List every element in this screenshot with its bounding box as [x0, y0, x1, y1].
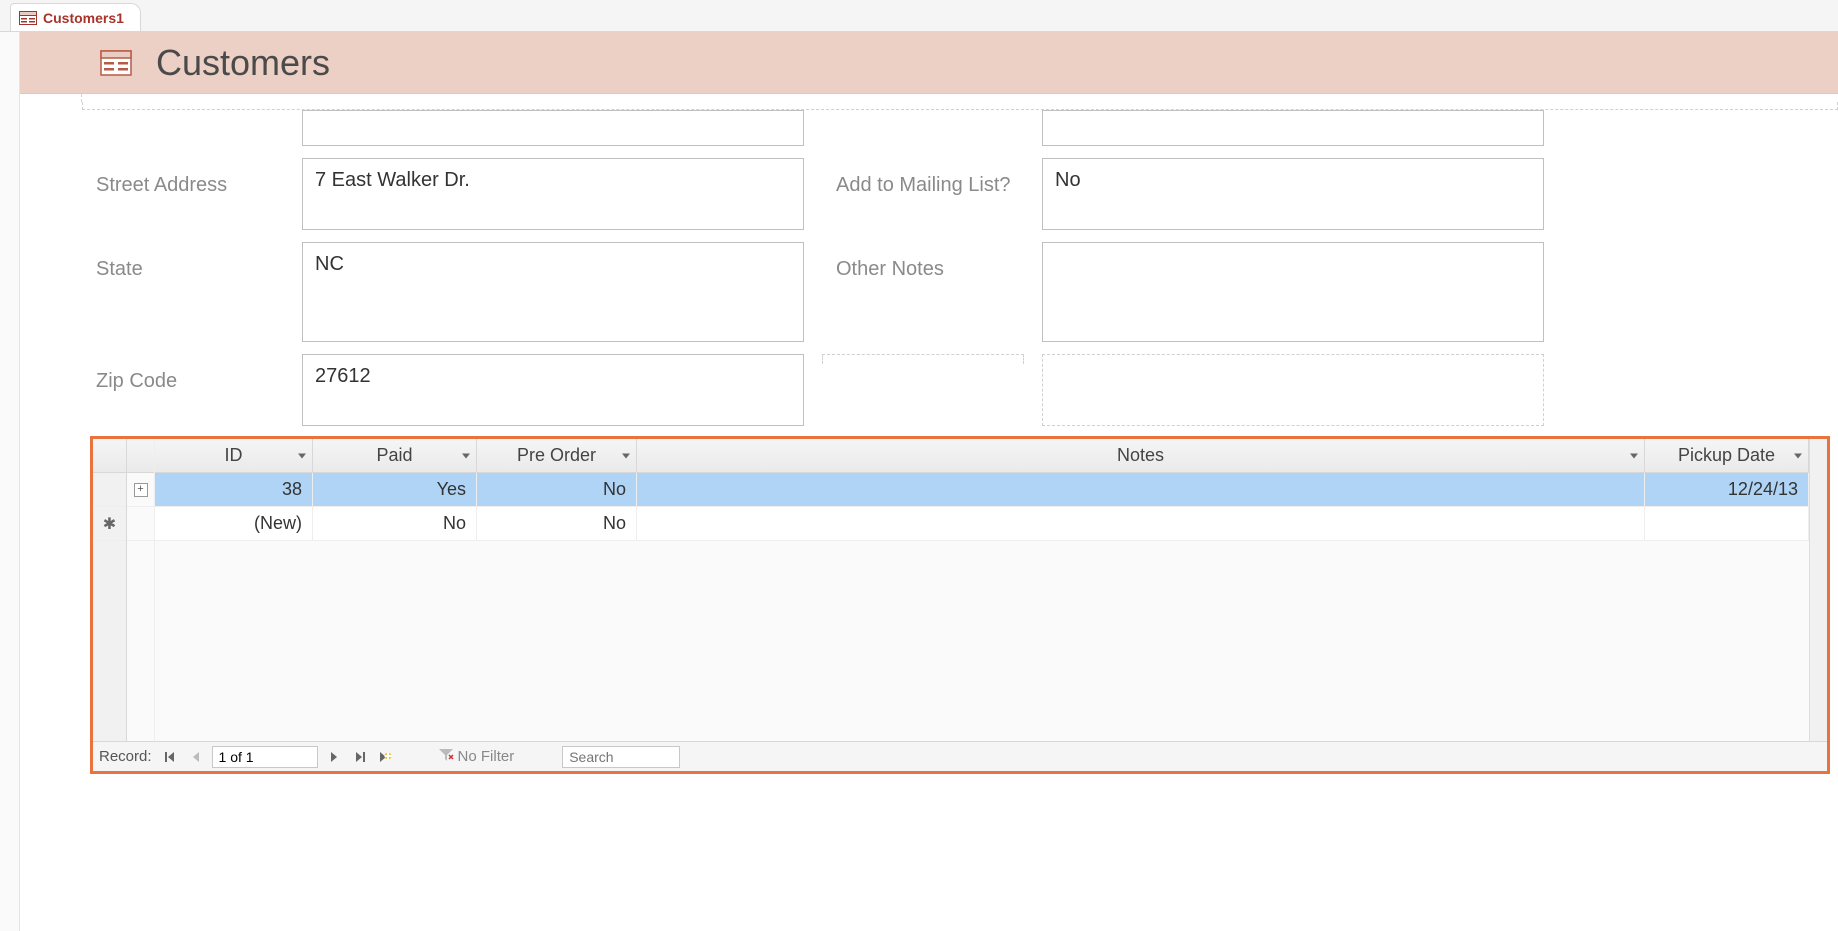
tab-customers1[interactable]: Customers1 [10, 3, 141, 31]
label-street-address: Street Address [82, 158, 302, 197]
subform-record-nav: Record: [93, 741, 1827, 771]
cell-paid[interactable]: No [313, 507, 477, 540]
col-header-paid-label: Paid [376, 445, 412, 466]
form-header: Customers [20, 32, 1838, 94]
form-header-icon [100, 50, 132, 76]
nav-prev-button[interactable] [186, 747, 206, 767]
funnel-icon [438, 747, 454, 767]
subform-row-selector-column: ✱ [93, 439, 127, 741]
cell-notes[interactable] [637, 507, 1645, 540]
blank-field-left[interactable] [302, 110, 804, 146]
tab-label: Customers1 [43, 10, 124, 26]
cell-preorder[interactable]: No [477, 507, 637, 540]
nav-next-button[interactable] [324, 747, 344, 767]
chevron-down-icon [622, 453, 630, 458]
tab-bar: Customers1 [0, 0, 1838, 32]
form-icon [19, 11, 37, 25]
row-selector-new[interactable]: ✱ [93, 507, 126, 541]
empty-attachment-box [1042, 354, 1544, 426]
nav-new-record-button[interactable] [376, 747, 396, 767]
input-zip-code[interactable]: 27612 [302, 354, 804, 426]
cell-id[interactable]: (New) [155, 507, 313, 540]
col-header-notes-label: Notes [1117, 445, 1164, 466]
row-selector-current[interactable] [93, 473, 126, 507]
cell-id[interactable]: 38 [155, 473, 313, 506]
nav-position-input[interactable] [212, 746, 318, 768]
col-header-pickupdate[interactable]: Pickup Date [1645, 439, 1809, 472]
subform-expand-column: + [127, 439, 155, 741]
col-header-notes[interactable]: Notes [637, 439, 1645, 472]
input-other-notes[interactable] [1042, 242, 1544, 342]
col-header-id[interactable]: ID [155, 439, 313, 472]
cell-paid[interactable]: Yes [313, 473, 477, 506]
subform-row-new[interactable]: (New) No No [155, 507, 1809, 541]
blank-field-right[interactable] [1042, 110, 1544, 146]
label-state: State [82, 242, 302, 281]
col-header-preorder[interactable]: Pre Order [477, 439, 637, 472]
label-other-notes: Other Notes [822, 242, 1042, 281]
new-row-icon: ✱ [103, 514, 116, 534]
expand-row-button[interactable]: + [134, 483, 148, 497]
nav-search-input[interactable] [562, 746, 680, 768]
subform-vertical-scrollbar[interactable] [1809, 439, 1827, 741]
nav-filter-label: No Filter [458, 748, 515, 765]
nav-last-button[interactable] [350, 747, 370, 767]
subform-orders: ✱ + ID Paid Pre Order N [90, 436, 1830, 774]
col-header-id-label: ID [225, 445, 243, 466]
chevron-down-icon [298, 453, 306, 458]
subform-header-row: ID Paid Pre Order Notes Pickup Date [155, 439, 1809, 473]
label-zip-code: Zip Code [82, 354, 302, 393]
nav-first-button[interactable] [160, 747, 180, 767]
cell-pickupdate[interactable] [1645, 507, 1809, 540]
col-header-pickupdate-label: Pickup Date [1678, 445, 1775, 466]
cell-notes[interactable] [637, 473, 1645, 506]
label-add-mailing: Add to Mailing List? [822, 158, 1042, 197]
col-header-paid[interactable]: Paid [313, 439, 477, 472]
input-street-address[interactable]: 7 East Walker Dr. [302, 158, 804, 230]
chevron-down-icon [462, 453, 470, 458]
chevron-down-icon [1794, 453, 1802, 458]
input-state[interactable]: NC [302, 242, 804, 342]
subform-row[interactable]: 38 Yes No 12/24/13 [155, 473, 1809, 507]
input-add-mailing[interactable]: No [1042, 158, 1544, 230]
form-title: Customers [156, 42, 330, 84]
nav-label: Record: [99, 748, 152, 765]
col-header-preorder-label: Pre Order [517, 445, 596, 466]
ruler-left [0, 32, 20, 931]
cell-preorder[interactable]: No [477, 473, 637, 506]
cell-pickupdate[interactable]: 12/24/13 [1645, 473, 1809, 506]
chevron-down-icon [1630, 453, 1638, 458]
nav-filter-section[interactable]: No Filter [438, 747, 515, 767]
